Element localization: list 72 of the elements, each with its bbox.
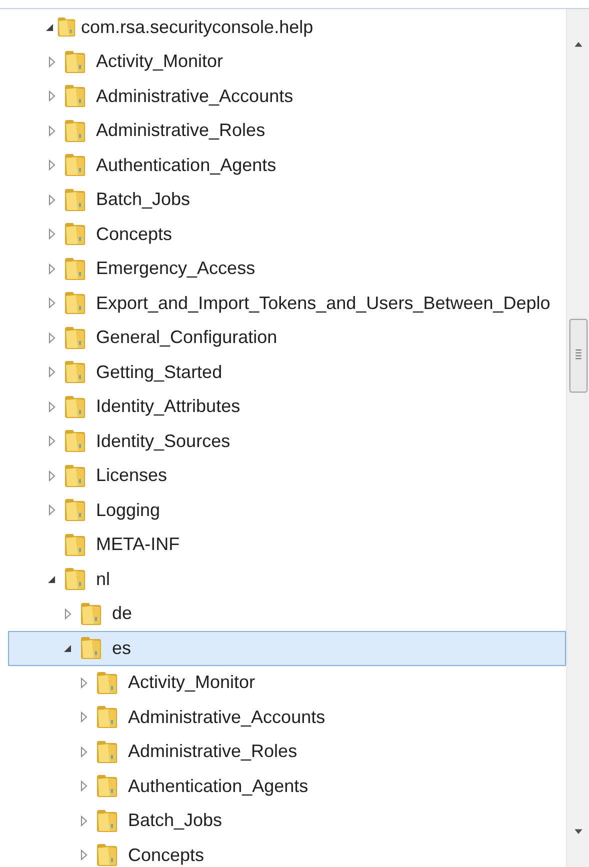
folder-icon — [64, 256, 86, 281]
folder-icon — [96, 808, 118, 833]
folder-icon — [64, 360, 86, 384]
folder-icon — [64, 153, 86, 178]
collapsed-arrow-icon[interactable] — [47, 435, 57, 448]
tree-item[interactable]: META-INF — [8, 528, 566, 562]
tree-item[interactable]: Getting_Started — [8, 355, 566, 390]
collapsed-arrow-icon[interactable] — [79, 676, 89, 689]
collapsed-arrow-icon[interactable] — [47, 159, 57, 172]
folder-icon — [80, 636, 102, 660]
tree-item[interactable]: es — [8, 631, 566, 666]
tree-item[interactable]: com.rsa.securityconsole.help — [8, 10, 566, 44]
tree-item[interactable]: Batch_Jobs — [8, 804, 566, 838]
tree-item[interactable]: Identity_Attributes — [8, 390, 566, 424]
folder-icon — [57, 15, 76, 40]
folder-icon — [64, 188, 86, 212]
tree-item[interactable]: Concepts — [8, 838, 566, 867]
collapsed-arrow-icon[interactable] — [79, 746, 89, 758]
folder-icon — [96, 774, 118, 798]
folder-icon — [80, 602, 102, 626]
folder-icon — [96, 705, 118, 730]
collapsed-arrow-icon[interactable] — [63, 608, 73, 620]
collapsed-arrow-icon[interactable] — [79, 780, 89, 792]
tree-item[interactable]: nl — [8, 562, 566, 596]
folder-icon — [64, 532, 86, 557]
collapsed-arrow-icon[interactable] — [47, 366, 57, 378]
tree-item[interactable]: Activity_Monitor — [8, 44, 566, 79]
folder-icon — [64, 118, 86, 143]
folder-icon — [64, 291, 86, 316]
tree-item[interactable]: Activity_Monitor — [8, 666, 566, 700]
collapsed-arrow-icon[interactable] — [47, 262, 57, 275]
collapsed-arrow-icon[interactable] — [47, 332, 57, 344]
collapsed-arrow-icon[interactable] — [47, 470, 57, 482]
folder-icon — [96, 740, 118, 764]
collapsed-arrow-icon[interactable] — [79, 849, 89, 862]
folder-icon — [64, 326, 86, 350]
folder-icon — [64, 394, 86, 419]
collapsed-arrow-icon[interactable] — [47, 56, 57, 68]
folder-icon — [64, 84, 86, 108]
collapsed-arrow-icon[interactable] — [47, 504, 57, 516]
tree-item[interactable]: Administrative_Accounts — [8, 79, 566, 114]
folder-icon — [96, 670, 118, 695]
tree-item[interactable]: Logging — [8, 493, 566, 528]
folder-icon — [64, 50, 86, 74]
collapsed-arrow-icon[interactable] — [47, 400, 57, 413]
tree-item[interactable]: de — [8, 596, 566, 631]
folder-icon — [64, 567, 86, 592]
tree-item[interactable]: Administrative_Accounts — [8, 700, 566, 734]
collapsed-arrow-icon[interactable] — [47, 194, 57, 206]
collapsed-arrow-icon[interactable] — [47, 228, 57, 240]
folder-icon — [64, 498, 86, 522]
tree-item[interactable]: Licenses — [8, 458, 566, 493]
collapsed-arrow-icon[interactable] — [47, 124, 57, 137]
tree-item[interactable]: Concepts — [8, 217, 566, 252]
tree-item[interactable]: Emergency_Access — [8, 252, 566, 286]
collapsed-arrow-icon[interactable] — [47, 297, 57, 310]
vertical-scrollbar[interactable] — [566, 9, 589, 867]
tree-item[interactable]: Authentication_Agents — [8, 769, 566, 804]
tree-item[interactable]: Export_and_Import_Tokens_and_Users_Between_Deplo — [8, 286, 566, 320]
tree-item[interactable]: Authentication_Agents — [8, 148, 566, 182]
tree-item[interactable]: Administrative_Roles — [8, 734, 566, 769]
collapsed-arrow-icon[interactable] — [47, 90, 57, 102]
folder-icon — [64, 222, 86, 246]
tree-item[interactable]: Identity_Sources — [8, 424, 566, 458]
tree-item[interactable]: Administrative_Roles — [8, 114, 566, 148]
folder-icon — [96, 843, 118, 867]
tree-item[interactable]: General_Configuration — [8, 320, 566, 355]
tree-item[interactable]: Batch_Jobs — [8, 182, 566, 217]
folder-icon — [64, 429, 86, 454]
collapsed-arrow-icon[interactable] — [79, 814, 89, 827]
collapsed-arrow-icon[interactable] — [79, 711, 89, 724]
folder-icon — [64, 464, 86, 488]
